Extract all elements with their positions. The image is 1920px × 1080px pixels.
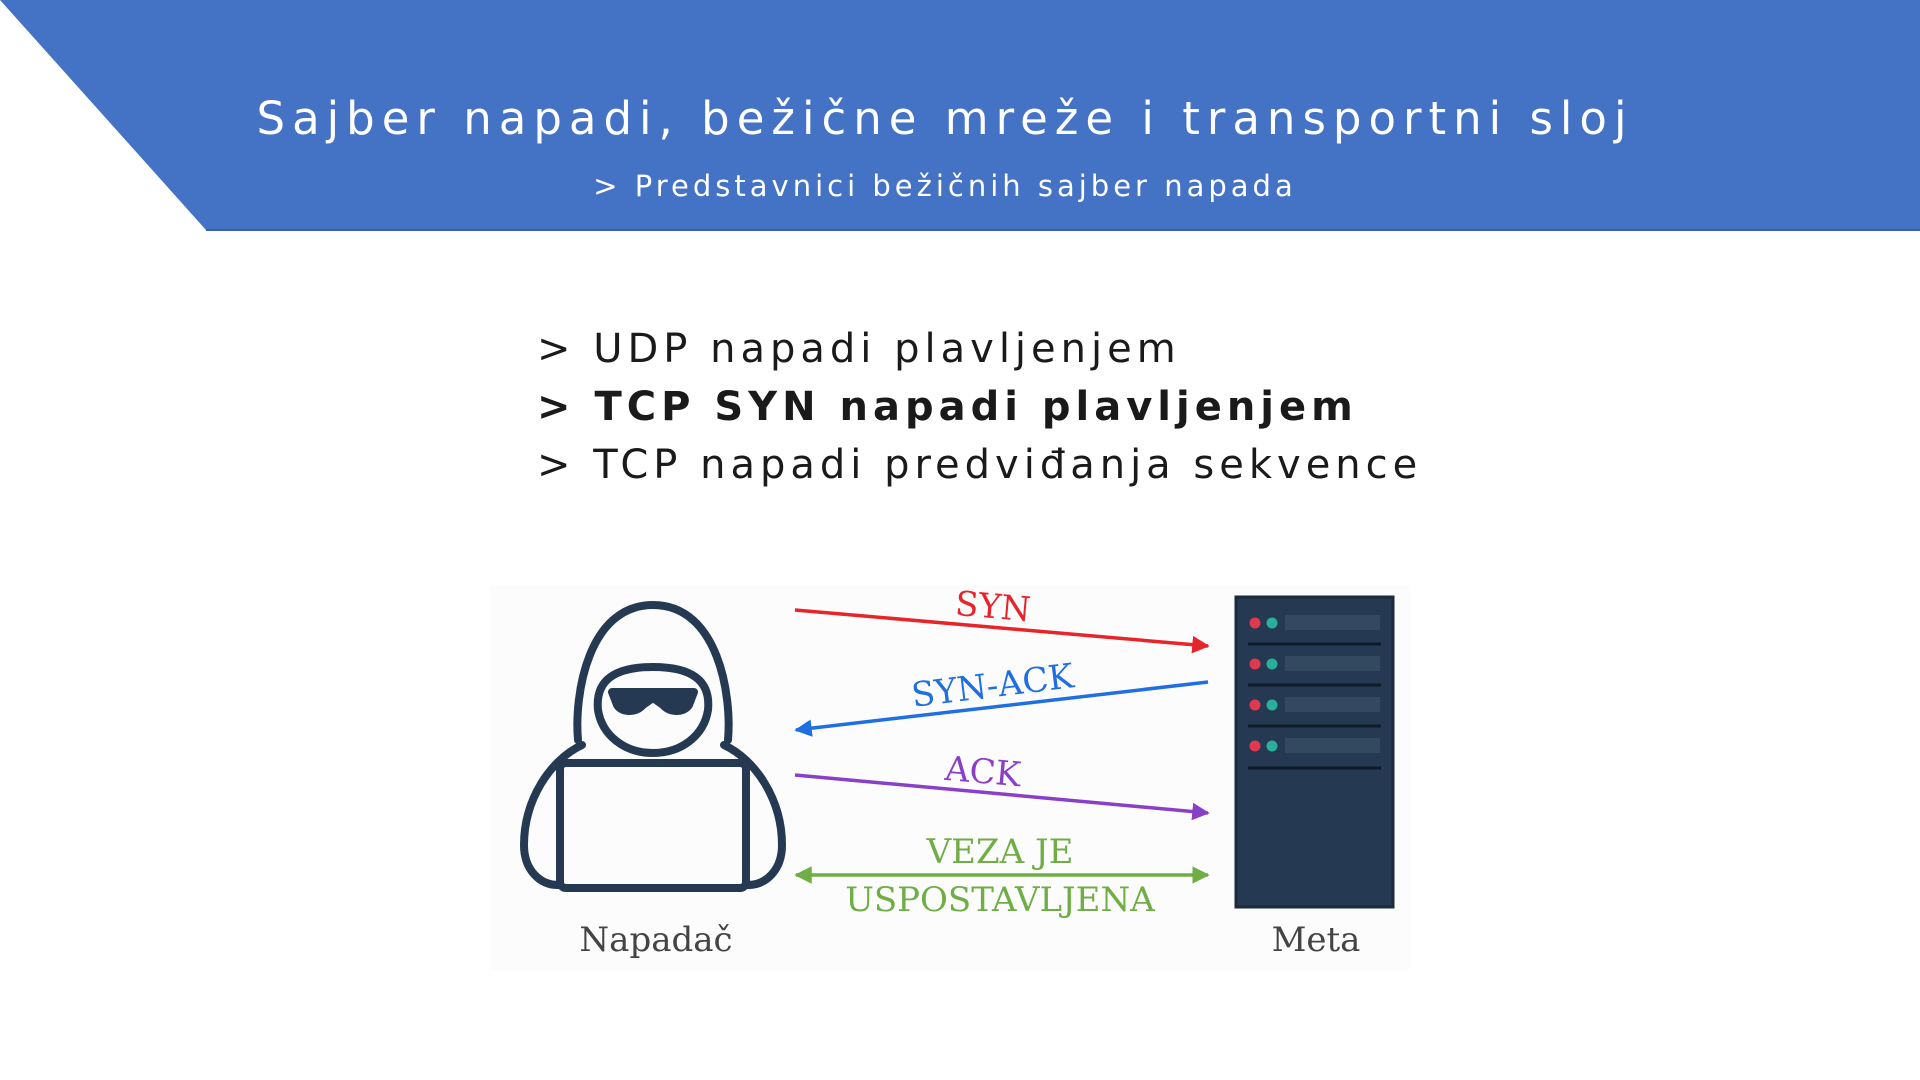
bullet-item-tcp-sequence-prediction: > TCP napadi predviđanja sekvence (537, 442, 1423, 488)
status-led-red (1249, 699, 1261, 711)
laptop-icon (556, 759, 750, 892)
slide-subtitle: > Predstavnici bežičnih sajber napada (593, 169, 1297, 203)
hooded-hacker-icon (520, 601, 786, 892)
status-led-red (1249, 658, 1261, 670)
bullet-item-tcp-syn-flood: > TCP SYN napadi plavljenjem (537, 384, 1358, 430)
connection-established-label-line1: VEZA JE (926, 832, 1074, 872)
status-led-green (1266, 740, 1278, 752)
slide-title: Sajber napadi, bežične mreže i transport… (256, 92, 1634, 145)
ack-label: ACK (942, 749, 1023, 796)
status-led-red (1249, 617, 1261, 629)
target-label: Meta (1272, 920, 1361, 960)
syn-label: SYN (954, 585, 1033, 630)
hacker-glasses (608, 688, 698, 715)
bullet-item-udp-flood: > UDP napadi plavljenjem (537, 326, 1181, 372)
connection-established-label-line2: USPOSTAVLJENA (845, 880, 1155, 920)
status-led-green (1266, 699, 1278, 711)
attacker-label: Napadač (579, 920, 732, 960)
status-led-green (1266, 658, 1278, 670)
status-led-green (1266, 617, 1278, 629)
bullet-list: > UDP napadi plavljenjem > TCP SYN napad… (537, 320, 1422, 494)
tcp-handshake-diagram: SYN SYN-ACK ACK VEZA JE USPOSTAVLJENA Na… (490, 585, 1410, 970)
server-rack-icon (1234, 595, 1395, 909)
hacker-face-outline (593, 663, 713, 757)
status-led-red (1249, 740, 1261, 752)
